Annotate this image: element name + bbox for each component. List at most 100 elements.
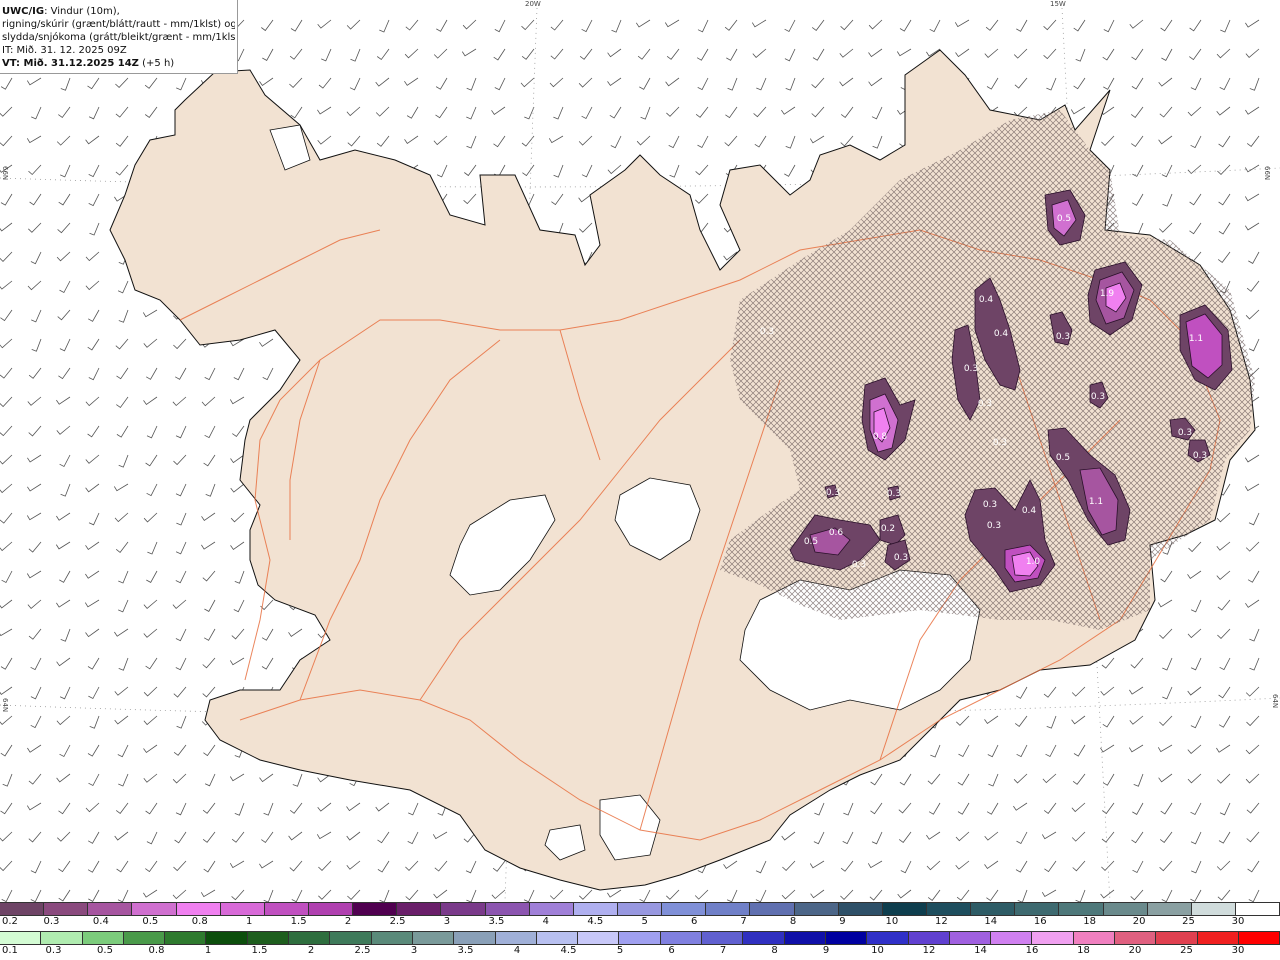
legend-swatch bbox=[660, 932, 703, 944]
snow-legend-labels: 0.2 0.3 0.4 0.5 0.8 1 1.5 2 2.5 3 3.5 4 4.5 5 6 7 8 9 10 12… bbox=[0, 916, 1280, 930]
legend-swatch bbox=[578, 932, 620, 944]
legend-swatch bbox=[41, 932, 83, 944]
precip-value: 0.3 bbox=[894, 553, 908, 563]
legend-swatch bbox=[412, 932, 455, 944]
legend-label: 0.3 bbox=[43, 916, 60, 927]
legend-swatch bbox=[176, 903, 221, 915]
legend-label: 9 bbox=[839, 916, 846, 927]
legend-label: 0.8 bbox=[191, 916, 208, 927]
snow-color-bar bbox=[0, 902, 1280, 916]
precip-value: 0.3 bbox=[987, 521, 1001, 531]
precip-value: 0.3 bbox=[852, 560, 866, 570]
legend-label: 10 bbox=[871, 945, 884, 956]
legend-label: 6 bbox=[690, 916, 698, 927]
precip-value: 0.2 bbox=[881, 524, 895, 534]
legend-label: 0.8 bbox=[148, 945, 165, 956]
legend-label: 20 bbox=[1128, 945, 1142, 956]
legend-swatch bbox=[619, 932, 661, 944]
precip-value: 0.3 bbox=[760, 327, 774, 337]
legend-label: 10 bbox=[885, 916, 899, 927]
weather-map: 0.5 1.9 1.1 0.4 0.4 0.3 0.3 0.3 0.3 0.8 … bbox=[0, 0, 1280, 902]
legend-swatch bbox=[1015, 903, 1060, 915]
precip-value: 1.1 bbox=[1189, 334, 1203, 344]
legend-label: 8 bbox=[789, 916, 797, 927]
legend-swatch bbox=[750, 903, 795, 915]
legend-label: 8 bbox=[771, 945, 778, 956]
legend-swatch bbox=[371, 932, 413, 944]
legend-swatch bbox=[485, 903, 530, 915]
legend-label: 3.5 bbox=[488, 916, 505, 927]
issue-time: IT: Mið. 31. 12. 2025 09Z bbox=[2, 45, 127, 56]
rain-legend: 0.1 0.3 0.5 0.8 1 1.5 2 2.5 3 3.5 4 4.5 5 6 7 8 9 10 12 14 1… bbox=[0, 931, 1280, 959]
legend-label: 1.5 bbox=[290, 916, 307, 927]
legend-swatch bbox=[165, 932, 207, 944]
precip-value: 0.3 bbox=[978, 399, 992, 409]
legend-label: 30 bbox=[1231, 916, 1245, 927]
legend-label: 7 bbox=[740, 916, 747, 927]
lon-label-15w: 15W bbox=[1050, 0, 1066, 8]
legend-swatch bbox=[617, 903, 663, 915]
legend-swatch bbox=[1059, 903, 1104, 915]
legend-swatch bbox=[132, 903, 177, 915]
legend-label: 0.3 bbox=[45, 945, 62, 956]
legend-swatch bbox=[702, 932, 744, 944]
valid-offset: (+5 h) bbox=[138, 58, 175, 69]
legend-swatch bbox=[784, 932, 826, 944]
legend-label: 14 bbox=[974, 945, 987, 956]
precip-value: 0.4 bbox=[1022, 506, 1037, 516]
legend-label: 18 bbox=[1083, 916, 1097, 927]
legend-label: 30 bbox=[1231, 945, 1245, 956]
legend-swatch bbox=[220, 903, 265, 915]
legend-swatch bbox=[1235, 903, 1280, 915]
valid-time: VT: Mið. 31.12.2025 14Z bbox=[2, 58, 139, 69]
precip-value: 0.3 bbox=[887, 489, 901, 499]
model-name: UWC/IG bbox=[2, 6, 45, 17]
legend-label: 2 bbox=[344, 916, 352, 927]
precip-value: 0.3 bbox=[826, 488, 840, 498]
lat-label-66n-right: 66N bbox=[1263, 166, 1271, 181]
legend-swatch bbox=[706, 903, 751, 915]
info-line-3: slydda/snjókoma (grátt/bleikt/grænt - mm… bbox=[2, 32, 235, 43]
legend-swatch bbox=[123, 932, 166, 944]
precip-value: 0.5 bbox=[1057, 214, 1071, 224]
legend-swatch bbox=[991, 932, 1033, 944]
legend-swatch bbox=[1115, 932, 1157, 944]
legend-swatch bbox=[82, 932, 124, 944]
legend-swatch bbox=[1103, 903, 1148, 915]
legend-swatch bbox=[573, 903, 618, 915]
legend-label: 14 bbox=[984, 916, 998, 927]
legend-label: 0.4 bbox=[92, 916, 109, 927]
legend-label: 2.5 bbox=[354, 945, 371, 956]
legend-swatch bbox=[206, 932, 248, 944]
legend-label: 7 bbox=[719, 945, 727, 956]
legend-swatch bbox=[247, 932, 290, 944]
legend-swatch bbox=[908, 932, 950, 944]
legend-label: 0.5 bbox=[97, 945, 113, 956]
legend-label: 2.5 bbox=[389, 916, 406, 927]
precip-value: 0.5 bbox=[804, 537, 818, 547]
legend-swatch bbox=[495, 932, 537, 944]
legend-swatch bbox=[926, 903, 972, 915]
precip-value: 0.3 bbox=[983, 500, 997, 510]
legend-swatch bbox=[1197, 932, 1239, 944]
precip-value: 0.3 bbox=[1178, 428, 1192, 438]
legend-label: 4.5 bbox=[587, 916, 604, 927]
legend-swatch bbox=[353, 903, 398, 915]
precip-value: 0.8 bbox=[873, 432, 888, 442]
legend-swatch bbox=[1156, 932, 1198, 944]
legend-swatch bbox=[882, 903, 927, 915]
precip-value: 0.3 bbox=[993, 438, 1007, 448]
legend-swatch bbox=[1238, 932, 1280, 944]
legend-label: 1 bbox=[246, 916, 253, 927]
legend-label: 16 bbox=[1025, 945, 1039, 956]
legend-label: 16 bbox=[1033, 916, 1047, 927]
legend-swatch bbox=[44, 903, 89, 915]
precip-value: 0.5 bbox=[1056, 453, 1070, 463]
lon-label-20w: 20W bbox=[525, 0, 541, 8]
precip-value: 1.1 bbox=[1089, 497, 1103, 507]
legend-swatch bbox=[536, 932, 579, 944]
precip-value: 1.0 bbox=[1026, 557, 1041, 567]
legend-label: 6 bbox=[668, 945, 675, 956]
legend-label: 4.5 bbox=[560, 945, 577, 956]
precip-value: 0.4 bbox=[994, 329, 1009, 339]
